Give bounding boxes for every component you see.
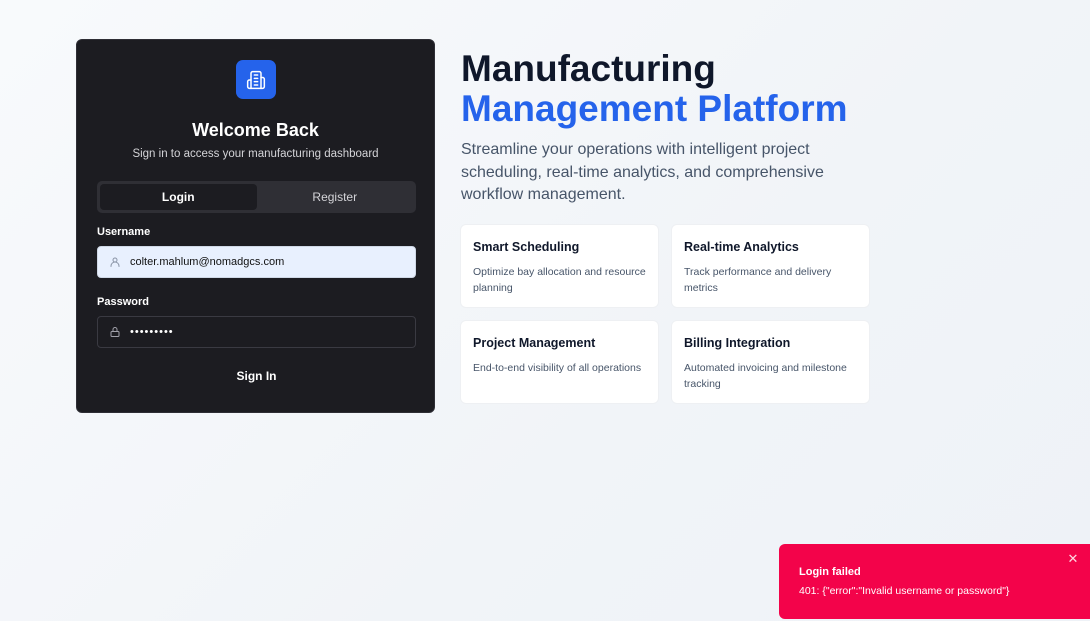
- feature-card: Project Management End-to-end visibility…: [460, 320, 659, 404]
- sign-in-button[interactable]: Sign In: [97, 360, 416, 392]
- feature-title: Project Management: [473, 336, 596, 350]
- auth-tabs: Login Register: [97, 181, 416, 213]
- feature-description: End-to-end visibility of all operations: [473, 362, 642, 374]
- card-subtitle: Sign in to access your manufacturing das…: [132, 148, 379, 160]
- username-field-wrapper: [97, 246, 416, 278]
- hero-title-line1: Manufacturing: [461, 48, 716, 89]
- feature-description: Optimize bay allocation and resource pla…: [473, 266, 646, 294]
- tab-login[interactable]: Login: [100, 184, 257, 210]
- feature-card: Real-time Analytics Track performance an…: [671, 224, 870, 308]
- username-label: Username: [97, 226, 151, 238]
- password-input[interactable]: [130, 326, 415, 338]
- feature-card: Smart Scheduling Optimize bay allocation…: [460, 224, 659, 308]
- user-icon: [108, 255, 122, 269]
- toast-message: 401: {"error":"Invalid username or passw…: [799, 585, 1010, 597]
- lock-icon: [108, 325, 122, 339]
- feature-title: Smart Scheduling: [473, 240, 580, 254]
- toast-title: Login failed: [799, 566, 861, 578]
- feature-description: Track performance and delivery metrics: [684, 266, 832, 294]
- feature-title: Real-time Analytics: [684, 240, 799, 254]
- close-icon[interactable]: ✕: [1066, 552, 1080, 566]
- hero-description: Streamline your operations with intellig…: [461, 141, 824, 203]
- tab-register[interactable]: Register: [257, 184, 414, 210]
- login-card: Welcome Back Sign in to access your manu…: [76, 39, 435, 413]
- hero-title: Manufacturing Management Platform: [461, 49, 848, 129]
- username-input[interactable]: [130, 256, 415, 268]
- hero-title-line2: Management Platform: [461, 88, 848, 129]
- password-field-wrapper: [97, 316, 416, 348]
- card-title: Welcome Back: [192, 120, 319, 140]
- building-icon: [236, 60, 276, 99]
- password-label: Password: [97, 296, 149, 308]
- feature-title: Billing Integration: [684, 336, 791, 350]
- feature-description: Automated invoicing and milestone tracki…: [684, 362, 847, 390]
- login-page: Welcome Back Sign in to access your manu…: [0, 0, 1090, 621]
- error-toast: ✕ Login failed 401: {"error":"Invalid us…: [779, 544, 1090, 619]
- feature-card: Billing Integration Automated invoicing …: [671, 320, 870, 404]
